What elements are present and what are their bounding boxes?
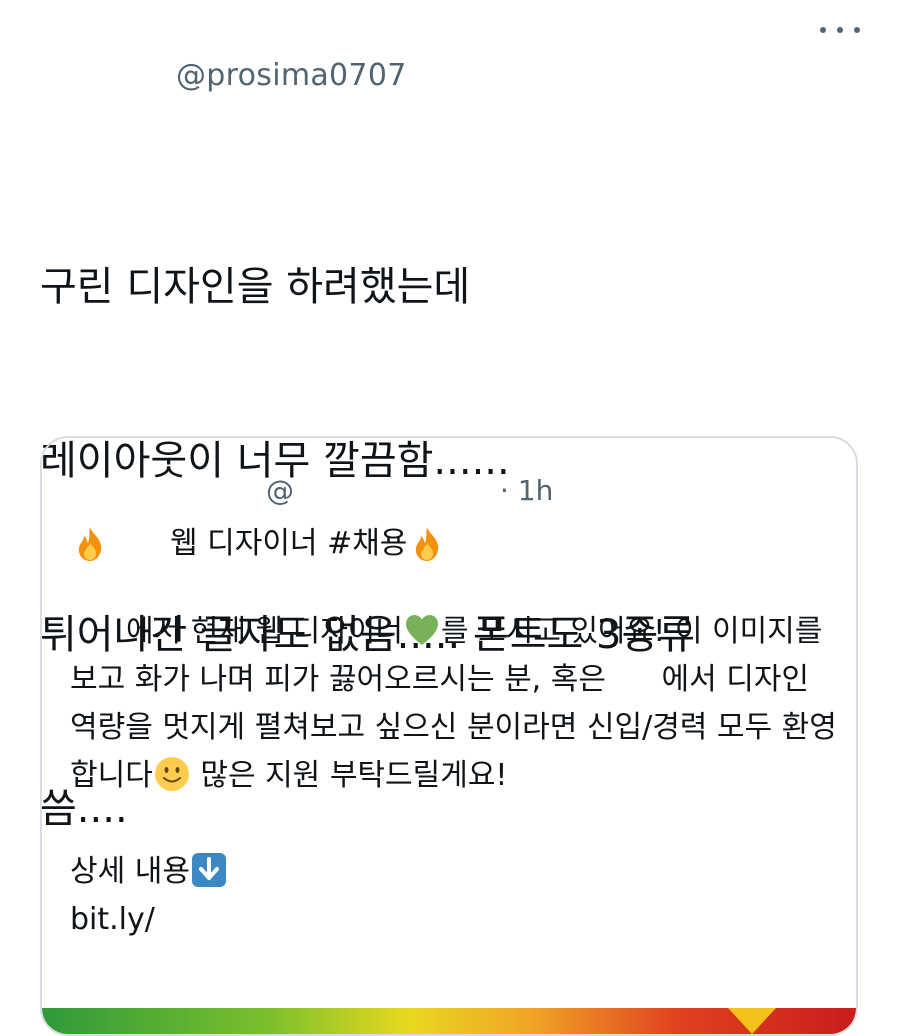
fire-emoji-icon [70, 524, 110, 564]
more-options-icon[interactable] [820, 18, 860, 42]
detail-label: 상세 내용 [70, 854, 190, 889]
quoted-body: 에서 현재 웹 디자이너 를 모시고 있어요! 이 이미지를 보고 화가 나며 피… [70, 608, 840, 944]
quoted-timestamp[interactable]: · 1h [500, 474, 553, 507]
down-arrow-icon [191, 852, 227, 888]
quoted-paragraph: 에서 현재 웹 디자이너 를 모시고 있어요! 이 이미지를 보고 화가 나며 피… [70, 608, 840, 800]
more-dot [854, 27, 860, 33]
smiling-face-icon [154, 756, 190, 792]
author-handle[interactable]: @prosima0707 [176, 58, 407, 93]
fire-emoji-icon [407, 524, 447, 564]
quoted-author-handle[interactable]: @ [266, 474, 294, 507]
banner-chevron-shape [728, 1008, 776, 1034]
more-dot [837, 27, 843, 33]
tweet-line: 구린 디자인을 하려했는데 [40, 264, 471, 310]
detail-line: 상세 내용 [70, 848, 840, 896]
quoted-tweet-card[interactable]: @ · 1h 웹 디자이너 #채용 에서 현재 웹 디자이너 를 모시고 있어요!… [40, 436, 858, 1036]
body-text: 많은 지원 부탁드릴게요! [190, 758, 508, 793]
more-dot [820, 27, 826, 33]
body-text: 에서 현재 웹 디자이너 [126, 614, 404, 649]
quoted-title-text: 웹 디자이너 #채용 [170, 526, 408, 561]
quoted-title: 웹 디자이너 #채용 [70, 520, 447, 568]
detail-link[interactable]: bit.ly/ [70, 902, 155, 937]
green-heart-icon [404, 612, 440, 648]
